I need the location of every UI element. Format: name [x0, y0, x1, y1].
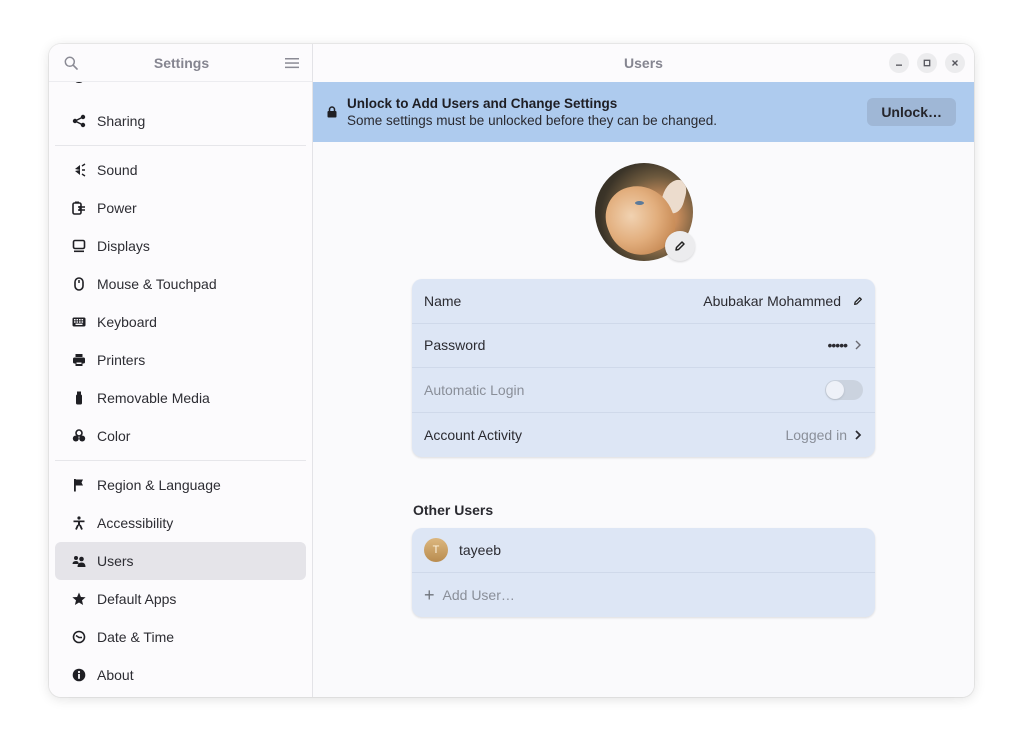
pencil-icon [675, 241, 685, 251]
users-icon [72, 554, 86, 568]
sidebar-item-color[interactable]: Color [55, 417, 306, 455]
sidebar-item-printers[interactable]: Printers [55, 341, 306, 379]
password-row[interactable]: Password ••••• [412, 324, 875, 368]
sidebar-item-label: Mouse & Touchpad [97, 276, 217, 292]
sidebar-item-label: Default Apps [97, 591, 177, 607]
hamburger-menu-icon[interactable] [282, 53, 302, 73]
banner-text: Unlock to Add Users and Change Settings … [347, 95, 867, 129]
account-activity-label: Account Activity [424, 426, 523, 443]
minimize-button[interactable] [889, 53, 909, 73]
sidebar-item-label: Power [97, 200, 137, 216]
sidebar-item-label: Region & Language [97, 477, 221, 493]
sidebar-header: Settings [49, 44, 312, 82]
automatic-login-row: Automatic Login [412, 368, 875, 413]
name-label: Name [424, 292, 462, 309]
sidebar-item-label: Printers [97, 352, 146, 368]
sidebar-item-power[interactable]: Power [55, 189, 306, 227]
printer-icon [72, 353, 86, 367]
color-icon [72, 429, 86, 443]
maximize-icon [923, 59, 931, 67]
password-label: Password [424, 337, 486, 354]
main-pane: Users Unlock to Add Users and Change Set… [313, 44, 974, 697]
sidebar-list: Online Accounts Sharing Sound Power Disp… [49, 62, 312, 694]
share-icon [72, 114, 86, 128]
automatic-login-toggle[interactable] [825, 379, 863, 400]
mouse-icon [72, 277, 86, 291]
user-row-tayeeb[interactable]: T tayeeb [412, 528, 875, 573]
sidebar-item-region-language[interactable]: Region & Language [55, 466, 306, 504]
add-user-label: Add User… [442, 586, 515, 603]
sidebar-item-label: Date & Time [97, 629, 175, 645]
minimize-icon [896, 64, 902, 66]
close-icon [952, 60, 958, 66]
sidebar-item-users[interactable]: Users [55, 542, 306, 580]
sidebar-item-label: Color [97, 428, 131, 444]
chevron-right-icon [853, 429, 863, 441]
sidebar-item-mouse-touchpad[interactable]: Mouse & Touchpad [55, 265, 306, 303]
sidebar-item-sound[interactable]: Sound [55, 151, 306, 189]
user-avatar-container [595, 163, 695, 261]
other-users-card: T tayeeb + Add User… [412, 528, 875, 617]
sidebar-item-accessibility[interactable]: Accessibility [55, 504, 306, 542]
battery-plug-icon [72, 201, 86, 215]
maximize-button[interactable] [917, 53, 937, 73]
main-header: Users [313, 44, 974, 82]
star-icon [72, 592, 86, 606]
plus-icon: + [424, 584, 435, 605]
sidebar-item-removable-media[interactable]: Removable Media [55, 379, 306, 417]
unlock-button[interactable]: Unlock… [867, 98, 956, 126]
window-controls [889, 53, 965, 73]
sidebar-item-date-time[interactable]: Date & Time [55, 618, 306, 656]
toggle-knob [826, 380, 844, 399]
chevron-right-icon [853, 339, 863, 351]
lock-icon [327, 106, 339, 118]
sidebar-item-label: Keyboard [97, 314, 157, 330]
speaker-icon [72, 163, 86, 177]
search-icon[interactable] [61, 53, 81, 73]
sidebar-item-label: Users [97, 553, 134, 569]
info-icon [72, 668, 86, 682]
sidebar-item-sharing[interactable]: Sharing [55, 102, 306, 140]
flag-icon [72, 478, 86, 492]
other-users-heading: Other Users [413, 502, 494, 518]
sidebar-item-label: Removable Media [97, 390, 210, 406]
keyboard-icon [72, 315, 86, 329]
banner-subtitle: Some settings must be unlocked before th… [347, 113, 717, 128]
name-row[interactable]: Name Abubakar Mohammed [412, 279, 875, 324]
accessibility-icon [72, 516, 86, 530]
sidebar-divider [55, 460, 306, 461]
banner-title: Unlock to Add Users and Change Settings [347, 96, 618, 111]
name-value: Abubakar Mohammed [703, 292, 841, 309]
unlock-banner: Unlock to Add Users and Change Settings … [313, 82, 974, 142]
close-button[interactable] [945, 53, 965, 73]
monitor-icon [72, 239, 86, 253]
sidebar-item-label: Displays [97, 238, 150, 254]
sidebar-item-keyboard[interactable]: Keyboard [55, 303, 306, 341]
pencil-icon[interactable] [853, 295, 863, 307]
sidebar-item-label: About [97, 667, 134, 683]
sidebar-title: Settings [153, 54, 210, 71]
sidebar: Settings Online Accounts Sharing Sound [49, 44, 313, 697]
user-initial-avatar: T [424, 537, 448, 562]
account-activity-value: Logged in [785, 426, 847, 443]
sidebar-divider [55, 145, 306, 146]
automatic-login-label: Automatic Login [424, 381, 525, 398]
password-value: ••••• [827, 337, 847, 354]
account-activity-row[interactable]: Account Activity Logged in [412, 413, 875, 458]
settings-window: Settings Online Accounts Sharing Sound [49, 44, 974, 697]
usb-drive-icon [72, 391, 86, 405]
account-card: Name Abubakar Mohammed Password ••••• Au… [412, 279, 875, 457]
sidebar-item-default-apps[interactable]: Default Apps [55, 580, 306, 618]
edit-avatar-button[interactable] [665, 231, 695, 261]
page-title: Users [624, 55, 663, 71]
sidebar-item-displays[interactable]: Displays [55, 227, 306, 265]
user-name: tayeeb [459, 541, 502, 558]
sidebar-item-about[interactable]: About [55, 656, 306, 694]
sidebar-item-label: Sound [97, 162, 138, 178]
add-user-row[interactable]: + Add User… [412, 573, 875, 618]
sidebar-item-label: Sharing [97, 113, 146, 129]
sidebar-item-label: Accessibility [97, 515, 174, 531]
clock-icon [72, 630, 86, 644]
